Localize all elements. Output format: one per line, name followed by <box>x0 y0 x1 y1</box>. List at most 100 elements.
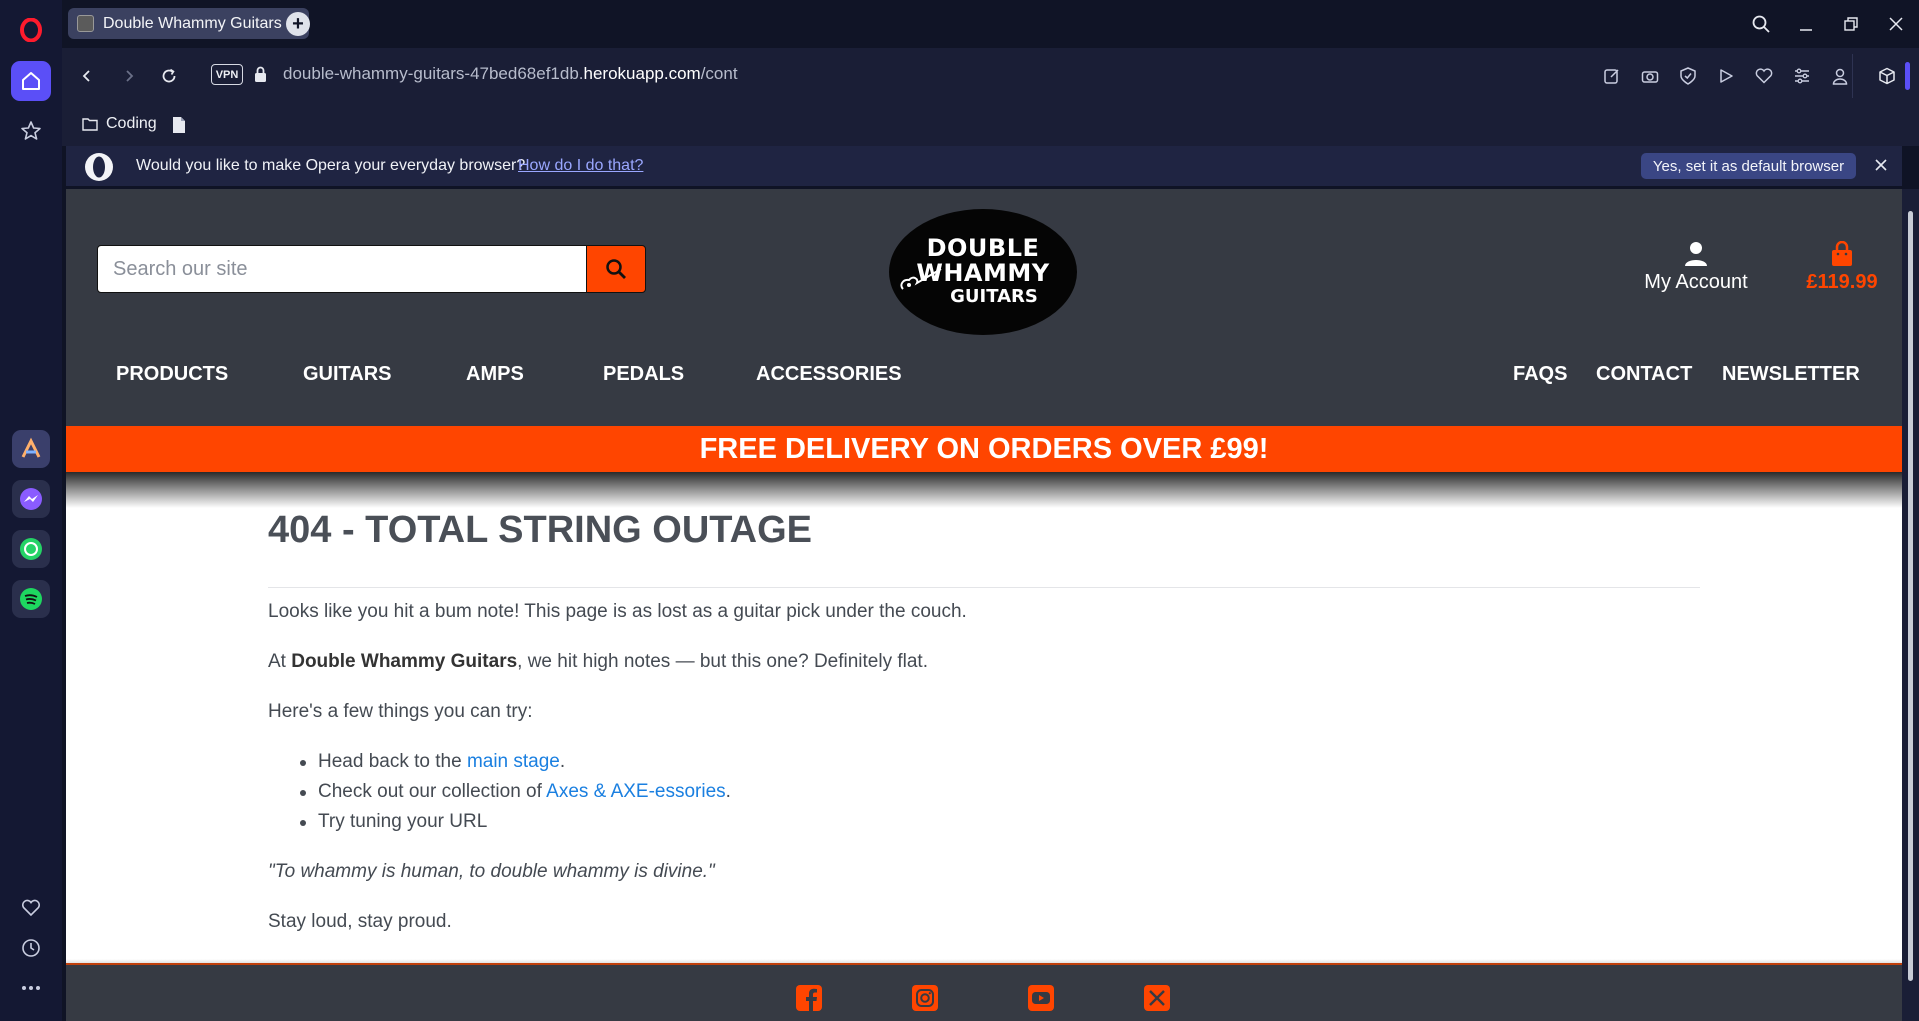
new-tab-button[interactable]: + <box>286 12 310 36</box>
nav-newsletter[interactable]: NEWSLETTER <box>1722 363 1860 386</box>
bookmark-document-icon[interactable] <box>172 116 186 139</box>
address-bar: VPN double-whammy-guitars-47bed68ef1db.h… <box>62 48 1919 104</box>
close-window-icon[interactable] <box>1881 10 1911 38</box>
url-field[interactable]: double-whammy-guitars-47bed68ef1db.herok… <box>283 64 738 84</box>
site-favicon-icon <box>77 15 94 32</box>
nav-products[interactable]: PRODUCTS <box>116 363 228 386</box>
my-account-label: My Account <box>1644 271 1748 293</box>
back-icon[interactable] <box>73 62 101 90</box>
list-item: Check out our collection of Axes & AXE-e… <box>300 781 731 803</box>
tab-active[interactable]: Double Whammy Guitars <box>68 8 309 39</box>
messenger-icon[interactable] <box>12 480 50 518</box>
x-icon[interactable] <box>1144 985 1170 1016</box>
prompt-text: Would you like to make Opera your everyd… <box>136 157 526 174</box>
vpn-badge[interactable]: VPN <box>211 64 243 85</box>
heart-icon[interactable] <box>11 888 51 928</box>
logo-line-3: GUITARS <box>950 286 1038 307</box>
search-icon <box>606 259 626 279</box>
url-path: /cont <box>700 64 738 83</box>
minimize-icon[interactable] <box>1791 10 1821 38</box>
site-logo[interactable]: DOUBLE WHAMMY GUITARS <box>889 209 1077 335</box>
cart-total: £119.99 <box>1806 271 1878 293</box>
nav-pedals[interactable]: PEDALS <box>603 363 684 386</box>
tab-strip: Double Whammy Guitars + <box>62 0 1919 48</box>
site-footer <box>66 963 1902 1021</box>
url-domain: herokuapp.com <box>583 64 701 83</box>
logo-line-1: DOUBLE <box>926 234 1040 262</box>
aria-app-icon[interactable] <box>12 430 50 468</box>
toolbar-divider <box>1852 54 1853 98</box>
reload-icon[interactable] <box>155 62 183 90</box>
my-account-link[interactable]: My Account <box>1641 241 1751 294</box>
list-item-punct: . <box>725 781 731 802</box>
site-header: Search our site DOUBLE WHAMMY GUITARS My… <box>66 189 1902 426</box>
instagram-icon[interactable] <box>912 985 938 1016</box>
lock-icon[interactable] <box>254 66 267 88</box>
list-item-text: Check out our collection of <box>318 781 547 802</box>
nav-guitars[interactable]: GUITARS <box>303 363 392 386</box>
page-scrollbar[interactable] <box>1902 189 1919 1021</box>
intro-paragraph: Looks like you hit a bum note! This page… <box>268 601 967 622</box>
nav-amps[interactable]: AMPS <box>466 363 524 386</box>
search-button[interactable] <box>586 245 646 293</box>
home-icon[interactable] <box>11 61 51 101</box>
list-item-text: Head back to the <box>318 751 467 772</box>
prompt-help-link[interactable]: How do I do that? <box>518 157 643 175</box>
adblock-shield-icon[interactable] <box>1676 64 1700 88</box>
divider <box>268 587 1700 588</box>
list-item: Try tuning your URL <box>299 811 488 832</box>
suggestions-heading: Here's a few things you can try: <box>268 701 533 722</box>
player-icon[interactable] <box>1714 64 1738 88</box>
list-item-punct: . <box>559 751 566 772</box>
nav-accessories[interactable]: ACCESSORIES <box>756 363 902 386</box>
main-stage-link[interactable]: main stage <box>467 751 560 772</box>
nav-contact[interactable]: CONTACT <box>1596 363 1692 386</box>
quote: "To whammy is human, to double whammy is… <box>268 861 715 882</box>
profile-icon[interactable] <box>1828 64 1852 88</box>
brand-paragraph: At Double Whammy Guitars, we hit high no… <box>268 651 928 673</box>
page-viewport: Search our site DOUBLE WHAMMY GUITARS My… <box>66 189 1902 1021</box>
accent-edge <box>1905 62 1910 90</box>
banner-shadow <box>66 472 1902 508</box>
spotify-icon[interactable] <box>12 580 50 618</box>
opera-menu-icon[interactable] <box>11 10 51 50</box>
brand-paragraph-post: , we hit high notes — but this one? Defi… <box>517 651 928 672</box>
more-icon[interactable] <box>11 968 51 1008</box>
default-browser-prompt: Would you like to make Opera your everyd… <box>66 146 1902 186</box>
favorites-heart-icon[interactable] <box>1752 64 1776 88</box>
history-icon[interactable] <box>11 928 51 968</box>
opera-sidebar <box>0 0 62 1021</box>
page-title: 404 - TOTAL STRING OUTAGE <box>268 509 813 551</box>
forward-icon[interactable] <box>115 62 143 90</box>
facebook-icon[interactable] <box>796 985 822 1016</box>
bookmark-folder-coding[interactable]: Coding <box>82 115 157 133</box>
edit-icon[interactable] <box>1600 64 1624 88</box>
folder-icon <box>82 118 98 131</box>
whatsapp-icon[interactable] <box>12 530 50 568</box>
youtube-icon[interactable] <box>1028 985 1054 1016</box>
list-item: Head back to the main stage. <box>299 751 566 773</box>
camera-icon[interactable] <box>1638 64 1662 88</box>
cart-link[interactable]: £119.99 <box>1790 241 1894 294</box>
brand-paragraph-pre: At <box>268 651 292 672</box>
scrollbar-thumb[interactable] <box>1908 211 1913 981</box>
tab-title: Double Whammy Guitars <box>103 14 282 32</box>
restore-icon[interactable] <box>1836 10 1866 38</box>
close-prompt-icon[interactable] <box>1874 158 1888 177</box>
easy-setup-icon[interactable] <box>1790 64 1814 88</box>
guitar-logo-icon <box>900 268 942 290</box>
delivery-banner: FREE DELIVERY ON ORDERS OVER £99! <box>66 426 1902 472</box>
extensions-cube-icon[interactable] <box>1875 64 1899 88</box>
shopping-bag-icon <box>1832 241 1852 266</box>
set-default-button[interactable]: Yes, set it as default browser <box>1641 153 1856 179</box>
star-icon[interactable] <box>11 111 51 151</box>
bookmarks-bar: Coding <box>62 104 1919 146</box>
nav-faqs[interactable]: FAQS <box>1513 363 1567 386</box>
url-prefix: double-whammy-guitars-47bed68ef1db. <box>283 64 584 83</box>
user-icon <box>1685 242 1707 266</box>
signoff: Stay loud, stay proud. <box>268 911 452 932</box>
opera-logo-icon <box>84 152 114 187</box>
search-input[interactable]: Search our site <box>97 245 587 293</box>
accessories-link[interactable]: Axes & AXE-essories <box>546 781 726 802</box>
search-tabs-icon[interactable] <box>1746 10 1776 38</box>
